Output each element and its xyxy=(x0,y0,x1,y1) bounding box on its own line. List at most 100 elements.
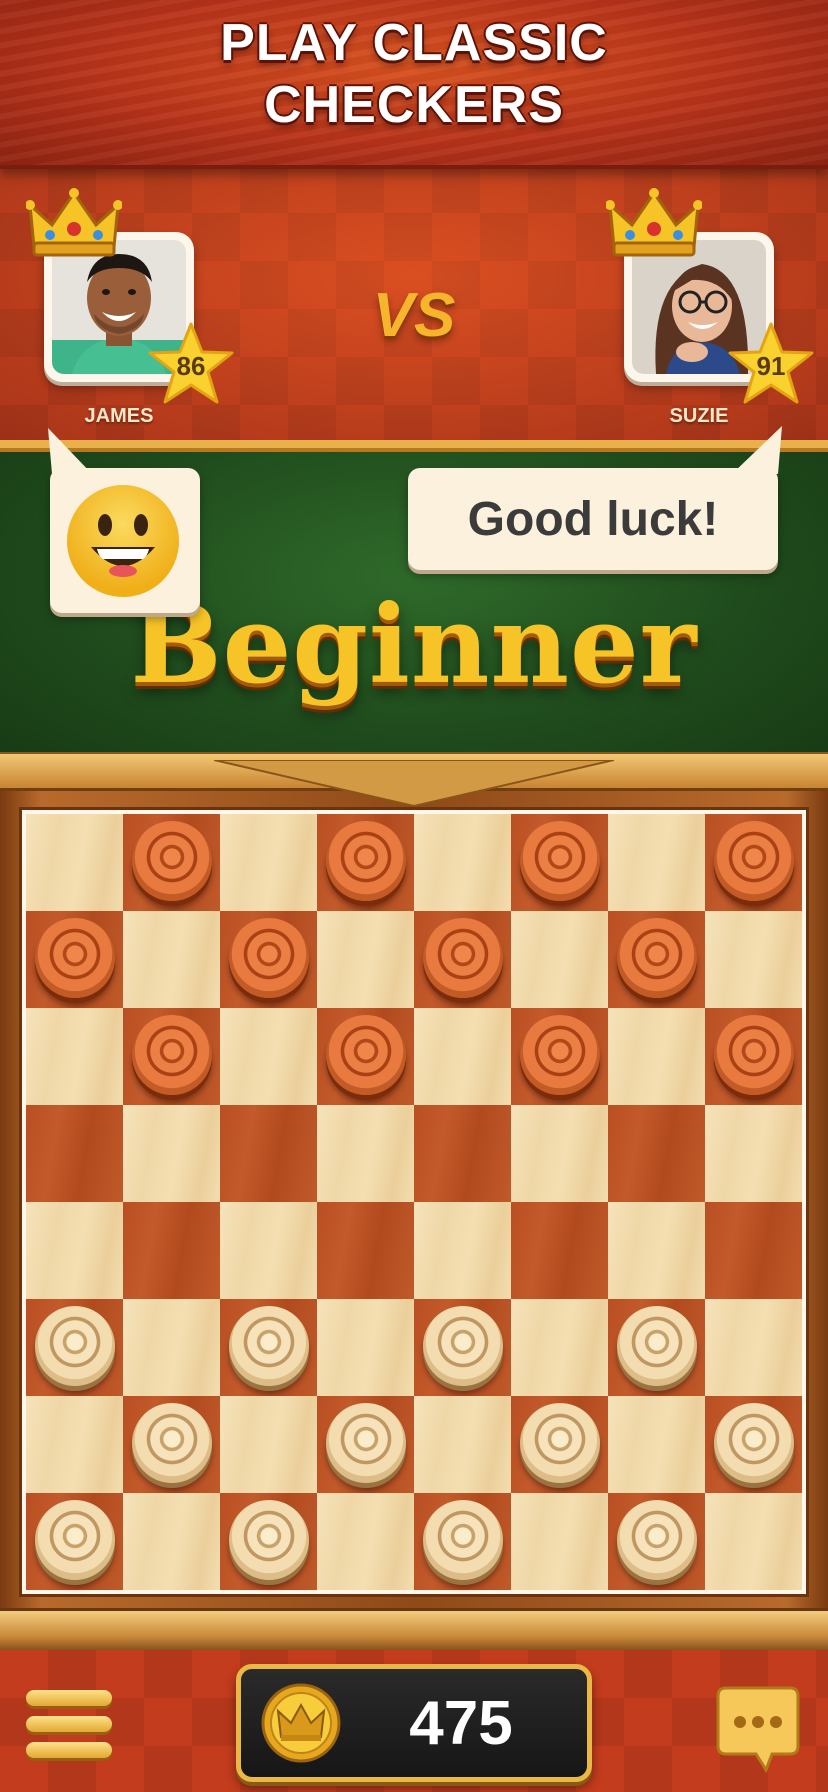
board-square[interactable] xyxy=(414,1008,511,1105)
coin-balance[interactable]: 475 xyxy=(236,1664,592,1782)
board-square[interactable] xyxy=(220,1396,317,1493)
red-checker-piece[interactable] xyxy=(713,820,794,901)
board-square[interactable] xyxy=(317,1299,414,1396)
board-square[interactable] xyxy=(705,1008,802,1105)
board-square[interactable] xyxy=(26,1396,123,1493)
board-square[interactable] xyxy=(511,1105,608,1202)
board-square[interactable] xyxy=(511,1299,608,1396)
board-square[interactable] xyxy=(705,1493,802,1590)
board-square[interactable] xyxy=(414,911,511,1008)
board-square[interactable] xyxy=(26,911,123,1008)
board-square[interactable] xyxy=(123,911,220,1008)
white-checker-piece[interactable] xyxy=(34,1305,115,1386)
white-checker-piece[interactable] xyxy=(519,1402,600,1483)
board-square[interactable] xyxy=(220,1493,317,1590)
white-checker-piece[interactable] xyxy=(228,1305,309,1386)
red-checker-piece[interactable] xyxy=(325,1014,406,1095)
title-line-2: CHECKERS xyxy=(264,76,564,134)
chat-ellipsis-icon[interactable] xyxy=(716,1684,800,1774)
board-square[interactable] xyxy=(220,814,317,911)
board-square[interactable] xyxy=(414,1396,511,1493)
board-square[interactable] xyxy=(123,1299,220,1396)
board-square[interactable] xyxy=(608,1396,705,1493)
board-square[interactable] xyxy=(511,1493,608,1590)
board-square[interactable] xyxy=(26,1493,123,1590)
player-level: 91 xyxy=(756,351,786,381)
red-checker-piece[interactable] xyxy=(131,820,212,901)
board-square[interactable] xyxy=(220,1008,317,1105)
board-square[interactable] xyxy=(317,814,414,911)
red-checker-piece[interactable] xyxy=(228,917,309,998)
board-square[interactable] xyxy=(608,814,705,911)
white-checker-piece[interactable] xyxy=(325,1402,406,1483)
board-square[interactable] xyxy=(317,1493,414,1590)
red-checker-piece[interactable] xyxy=(325,820,406,901)
red-checker-piece[interactable] xyxy=(422,917,503,998)
board-square[interactable] xyxy=(26,1008,123,1105)
board-square[interactable] xyxy=(123,1493,220,1590)
player-card-right[interactable]: 91 SUZIE xyxy=(606,188,814,427)
chat-message: Good luck! xyxy=(467,492,719,546)
board-square[interactable] xyxy=(511,1202,608,1299)
white-checker-piece[interactable] xyxy=(422,1305,503,1386)
white-checker-piece[interactable] xyxy=(34,1499,115,1580)
player-card-left[interactable]: 86 JAMES xyxy=(26,188,234,427)
board-square[interactable] xyxy=(26,1299,123,1396)
board-square[interactable] xyxy=(705,814,802,911)
board-square[interactable] xyxy=(123,1008,220,1105)
page-title: PLAY CLASSIC CHECKERS xyxy=(0,12,828,136)
hamburger-menu-icon[interactable] xyxy=(26,1690,112,1760)
board-square[interactable] xyxy=(220,1202,317,1299)
board-square[interactable] xyxy=(414,1105,511,1202)
board-square[interactable] xyxy=(26,1202,123,1299)
white-checker-piece[interactable] xyxy=(713,1402,794,1483)
white-checker-piece[interactable] xyxy=(616,1305,697,1386)
red-checker-piece[interactable] xyxy=(519,1014,600,1095)
white-checker-piece[interactable] xyxy=(131,1402,212,1483)
board-square[interactable] xyxy=(511,911,608,1008)
board-square[interactable] xyxy=(123,1396,220,1493)
board-square[interactable] xyxy=(608,1493,705,1590)
board-square[interactable] xyxy=(123,1202,220,1299)
board-square[interactable] xyxy=(608,1105,705,1202)
board-square[interactable] xyxy=(705,911,802,1008)
board-square[interactable] xyxy=(317,1396,414,1493)
board-square[interactable] xyxy=(414,814,511,911)
white-checker-piece[interactable] xyxy=(616,1499,697,1580)
red-checker-piece[interactable] xyxy=(616,917,697,998)
red-checker-piece[interactable] xyxy=(131,1014,212,1095)
white-checker-piece[interactable] xyxy=(228,1499,309,1580)
white-checker-piece[interactable] xyxy=(422,1499,503,1580)
board-square[interactable] xyxy=(705,1299,802,1396)
red-checker-piece[interactable] xyxy=(34,917,115,998)
board-square[interactable] xyxy=(220,1299,317,1396)
board-square[interactable] xyxy=(220,1105,317,1202)
board-square[interactable] xyxy=(317,1202,414,1299)
board-square[interactable] xyxy=(26,814,123,911)
board-square[interactable] xyxy=(511,814,608,911)
board-square[interactable] xyxy=(414,1202,511,1299)
board-square[interactable] xyxy=(511,1008,608,1105)
board-square[interactable] xyxy=(414,1299,511,1396)
board-square[interactable] xyxy=(317,1008,414,1105)
board-square[interactable] xyxy=(123,814,220,911)
red-checker-piece[interactable] xyxy=(713,1014,794,1095)
red-checker-piece[interactable] xyxy=(519,820,600,901)
vs-label: VS xyxy=(372,281,456,350)
board-square[interactable] xyxy=(608,1008,705,1105)
board-square[interactable] xyxy=(414,1493,511,1590)
board-square[interactable] xyxy=(608,1299,705,1396)
board-square[interactable] xyxy=(317,911,414,1008)
board-square[interactable] xyxy=(511,1396,608,1493)
board-square[interactable] xyxy=(608,911,705,1008)
board-square[interactable] xyxy=(705,1396,802,1493)
board-square[interactable] xyxy=(123,1105,220,1202)
checkers-board[interactable] xyxy=(22,810,806,1594)
board-square[interactable] xyxy=(705,1105,802,1202)
board-square[interactable] xyxy=(705,1202,802,1299)
board-square[interactable] xyxy=(26,1105,123,1202)
crown-coin-icon xyxy=(261,1683,341,1763)
board-square[interactable] xyxy=(317,1105,414,1202)
board-square[interactable] xyxy=(608,1202,705,1299)
board-square[interactable] xyxy=(220,911,317,1008)
